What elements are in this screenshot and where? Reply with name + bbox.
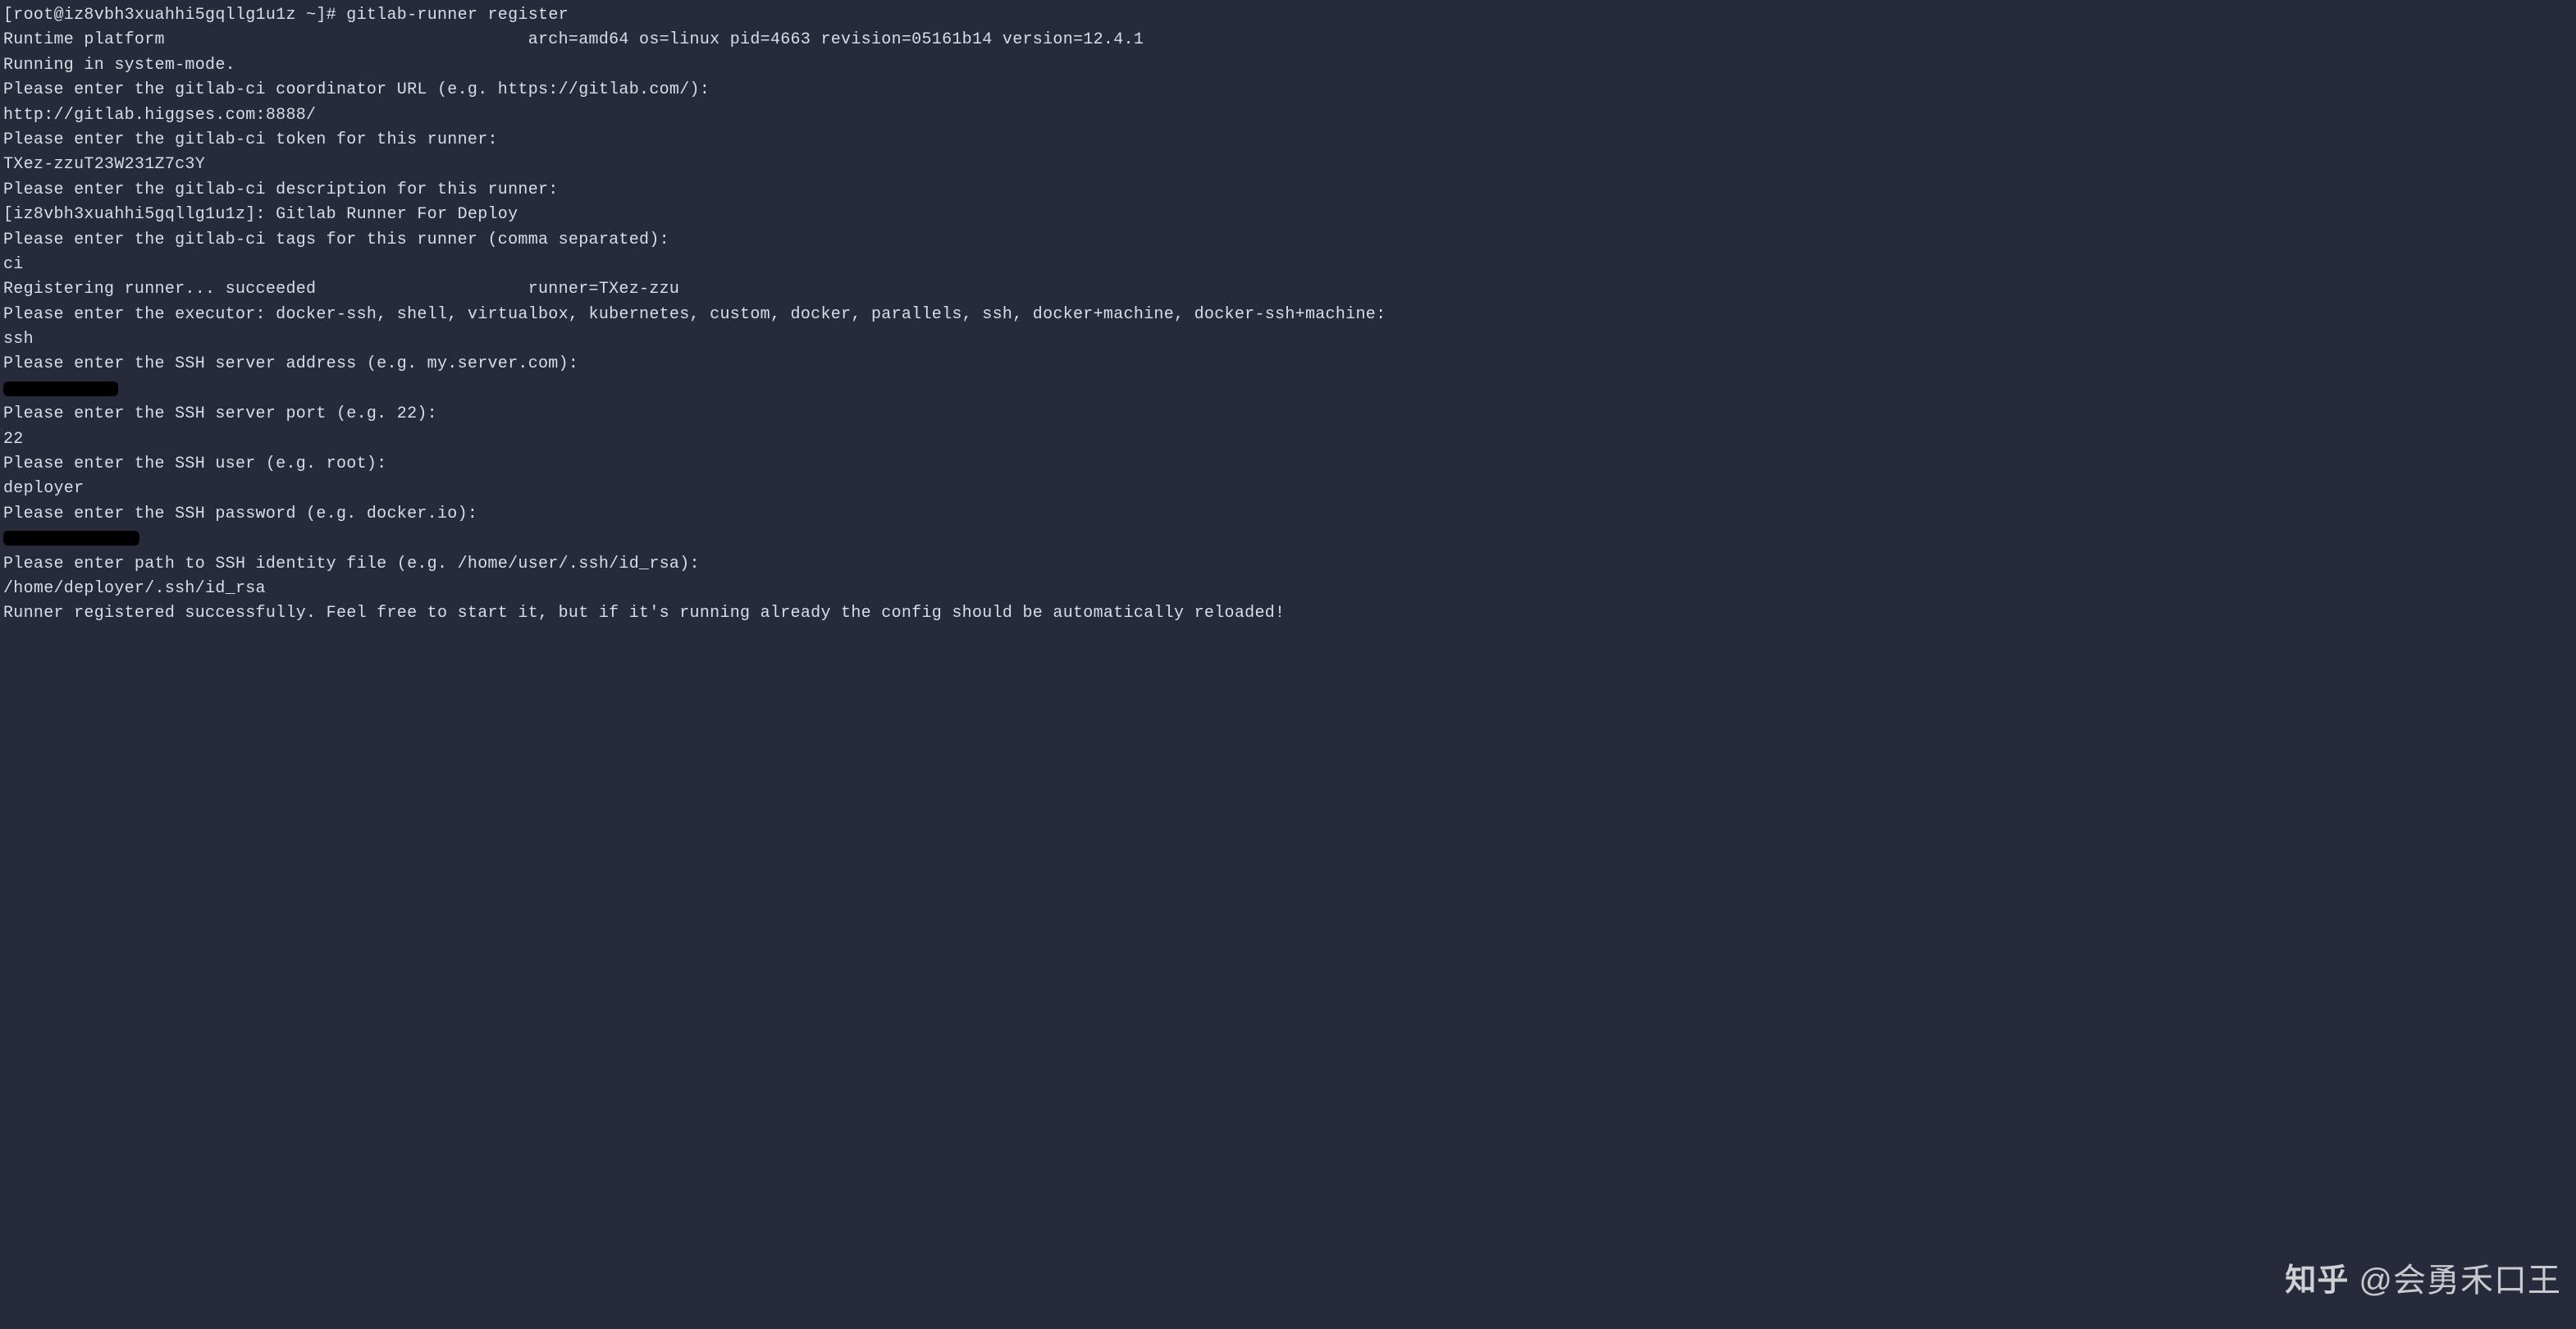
output-line: http://gitlab.higgses.com:8888/ [3, 103, 2573, 128]
output-line: Please enter the executor: docker-ssh, s… [3, 303, 2573, 327]
output-line: Please enter the gitlab-ci description f… [3, 178, 2573, 203]
output-line: deployer [3, 477, 2573, 501]
output-line: Running in system-mode. [3, 53, 2573, 78]
output-line: /home/deployer/.ssh/id_rsa [3, 577, 2573, 601]
output-line: Please enter the SSH server port (e.g. 2… [3, 402, 2573, 427]
command-line: [root@iz8vbh3xuahhi5gqllg1u1z ~]# gitlab… [3, 3, 2573, 28]
output-line: Please enter the SSH password (e.g. dock… [3, 502, 2573, 527]
output-line: Please enter the gitlab-ci coordinator U… [3, 78, 2573, 103]
output-line: ci [3, 253, 2573, 277]
zhihu-logo: 知乎 [2285, 1258, 2349, 1305]
redacted-line [3, 377, 2573, 402]
watermark: 知乎 @会勇禾口王 [2285, 1256, 2561, 1306]
output-line: Please enter the SSH server address (e.g… [3, 352, 2573, 377]
output-line: ssh [3, 327, 2573, 352]
watermark-text: @会勇禾口王 [2359, 1256, 2561, 1306]
output-line: Runner registered successfully. Feel fre… [3, 601, 2573, 626]
output-line: Please enter the gitlab-ci tags for this… [3, 228, 2573, 253]
redacted-ssh-password [3, 531, 139, 546]
output-line: Registering runner... succeeded runner=T… [3, 277, 2573, 302]
output-line: Please enter the gitlab-ci token for thi… [3, 128, 2573, 153]
output-line: TXez-zzuT23W231Z7c3Y [3, 153, 2573, 177]
output-line: 22 [3, 427, 2573, 452]
output-line: Runtime platform arch=amd64 os=linux pid… [3, 28, 2573, 53]
terminal-output: [root@iz8vbh3xuahhi5gqllg1u1z ~]# gitlab… [3, 3, 2573, 627]
output-line: Please enter path to SSH identity file (… [3, 552, 2573, 577]
output-line: [iz8vbh3xuahhi5gqllg1u1z]: Gitlab Runner… [3, 203, 2573, 227]
command-text: gitlab-runner register [346, 6, 569, 25]
shell-prompt: [root@iz8vbh3xuahhi5gqllg1u1z ~]# [3, 6, 346, 25]
output-line: Please enter the SSH user (e.g. root): [3, 452, 2573, 477]
redacted-ssh-address [3, 381, 118, 396]
redacted-line [3, 527, 2573, 551]
